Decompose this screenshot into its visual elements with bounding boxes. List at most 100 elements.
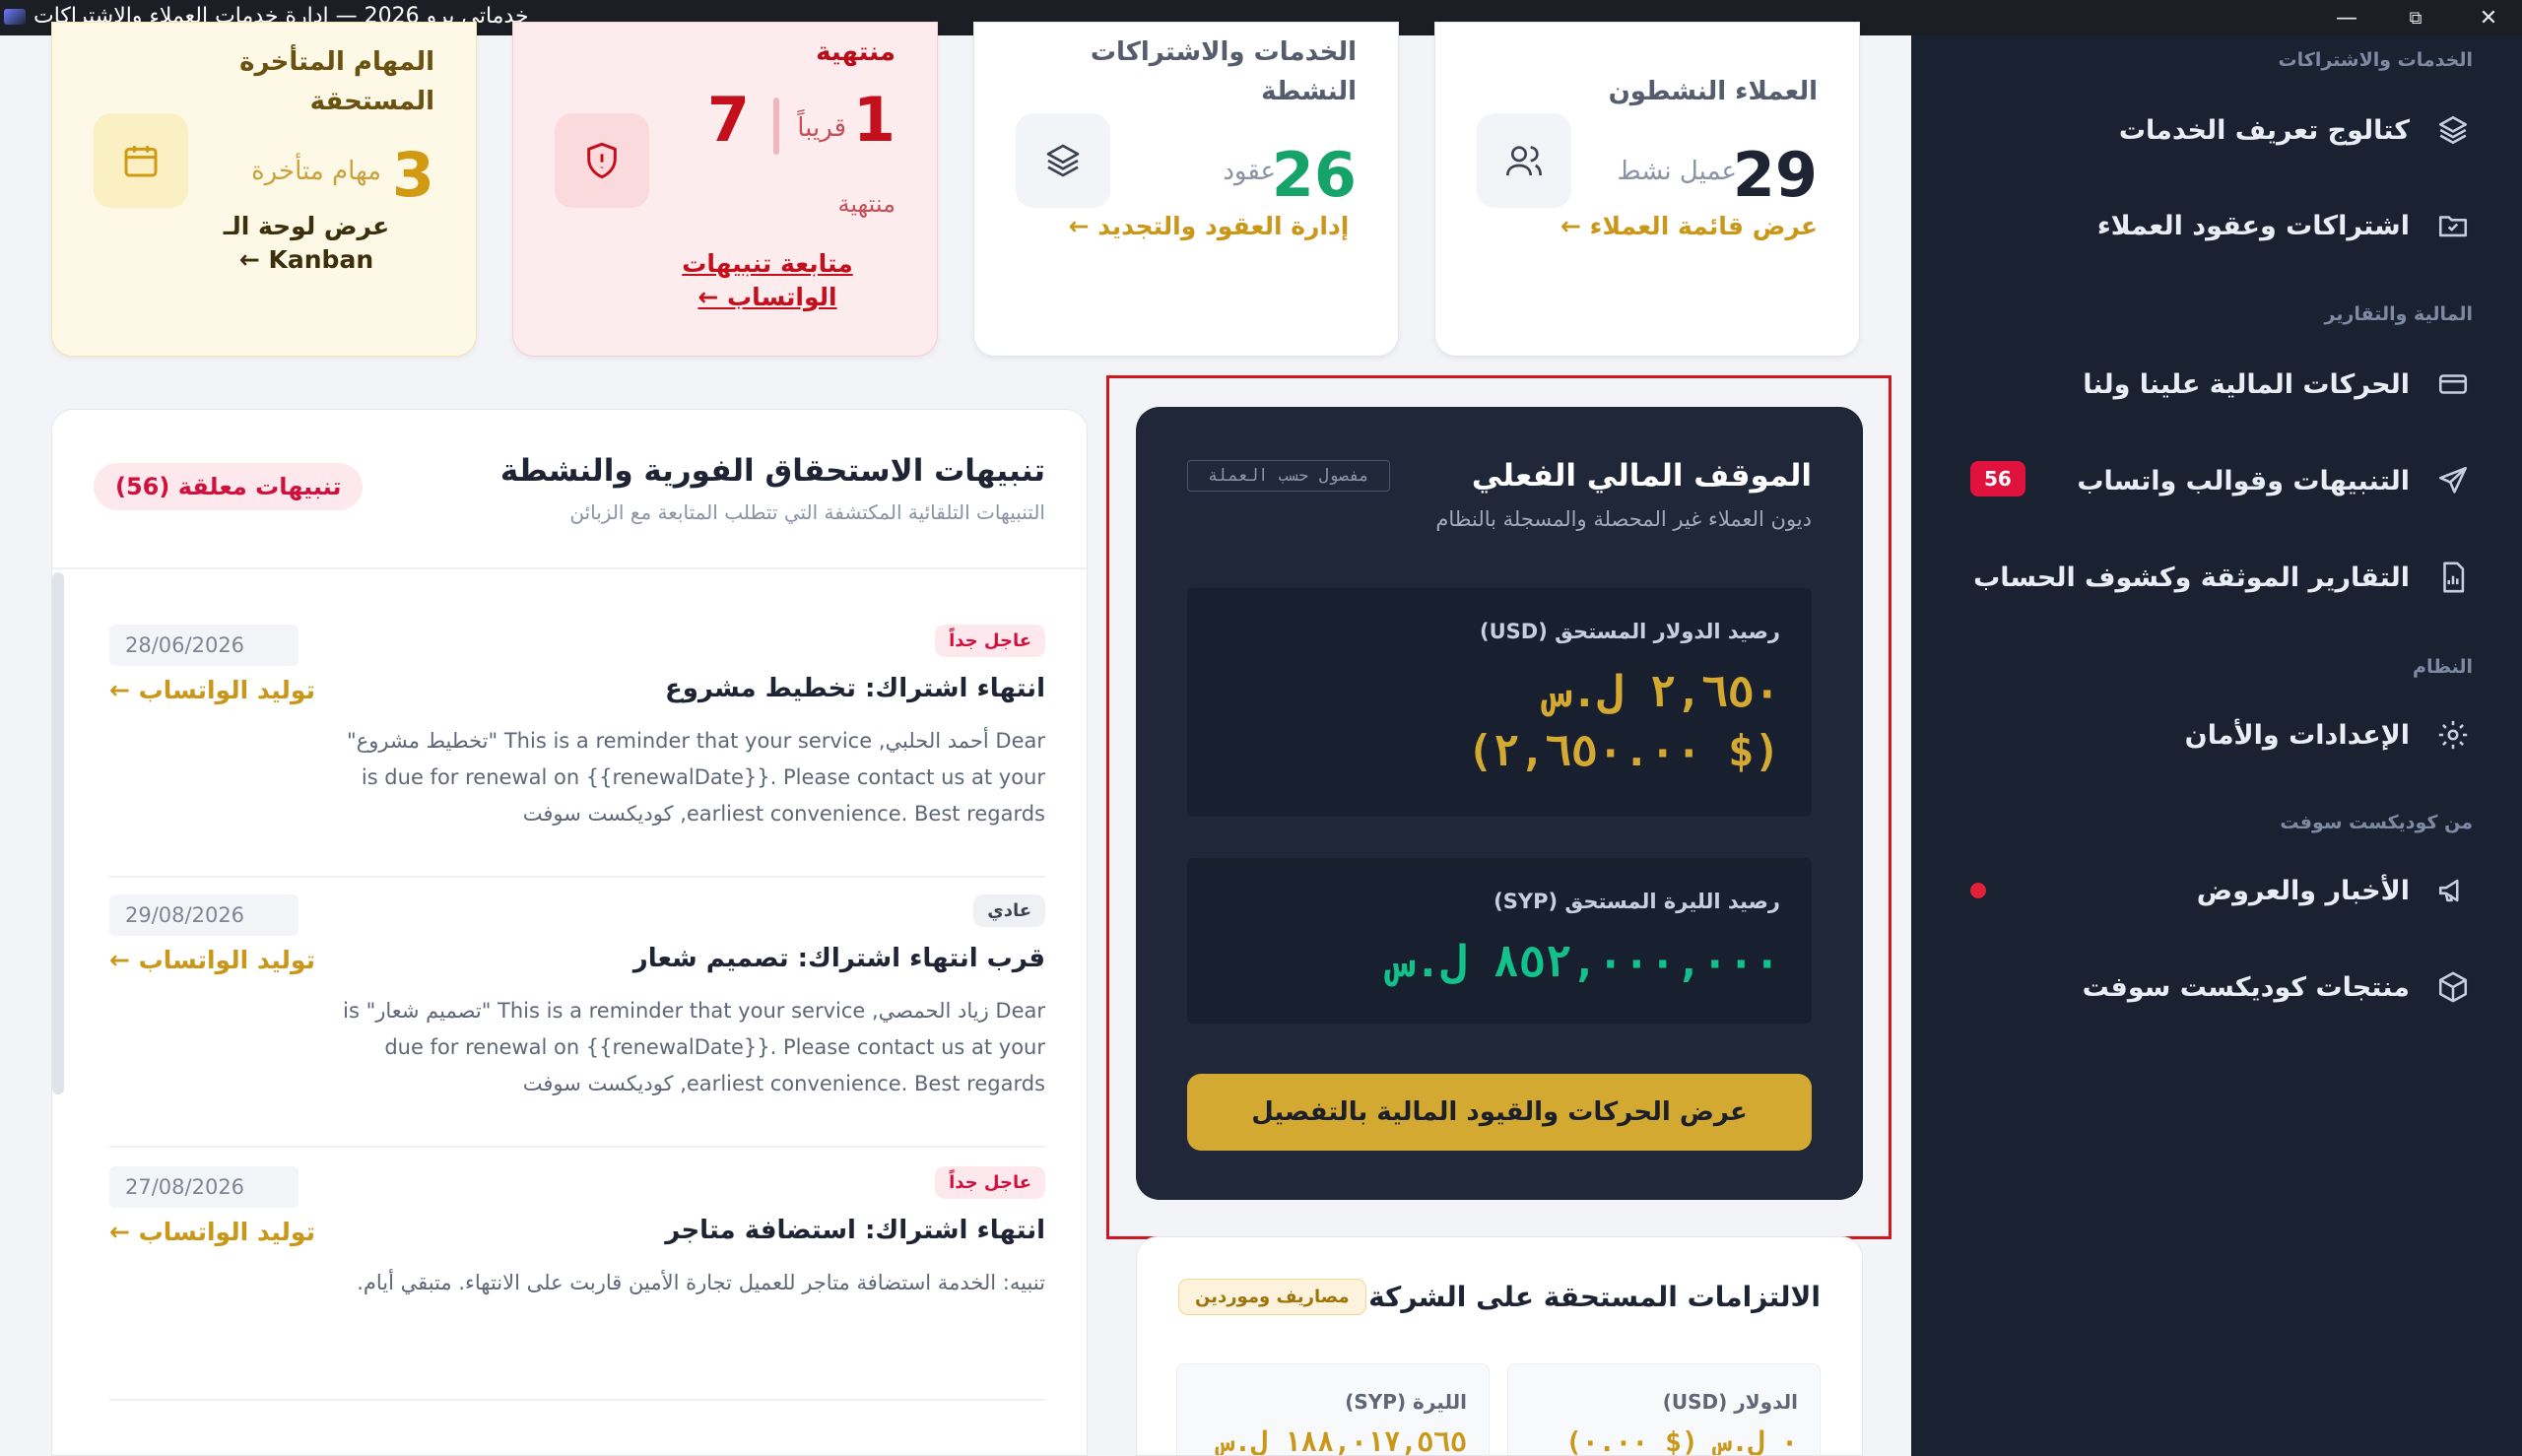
sidebar-item-label: الحركات المالية علينا ولنا — [2083, 368, 2410, 400]
pending-alerts-badge: تنبيهات معلقة (56) — [94, 463, 364, 510]
liabilities-card: الالتزامات المستحقة على الشركة علينا مصا… — [1136, 1236, 1863, 1456]
liability-syp-label: الليرة (SYP) — [1345, 1390, 1467, 1414]
alert-title: انتهاء اشتراك: تخطيط مشروع — [664, 674, 1045, 703]
sidebar-item-transactions[interactable]: الحركات المالية علينا ولنا — [1960, 353, 2473, 416]
layers-icon — [2433, 110, 2473, 150]
usd-balance-value-dollars: ($ ٢,٦٥٠.٠٠) — [1467, 726, 1780, 776]
liabilities-title: الالتزامات المستحقة على الشركة علينا — [1295, 1281, 1821, 1313]
syp-balance-value: ٨٥٢,٠٠٠,٠٠٠ ل.س — [1388, 937, 1780, 987]
sidebar-item-subscriptions[interactable]: اشتراكات وعقود العملاء — [1960, 194, 2473, 257]
expenses-suppliers-chip: مصاريف وموردين — [1178, 1279, 1366, 1315]
stat-value: 3 — [391, 139, 434, 211]
stat-card-expiring: منتهية 1 قريباً 7 منتهية متابعة تنبيهات … — [512, 22, 938, 357]
alerts-subtitle: التنبيهات التلقائية المكتشفة التي تتطلب … — [569, 500, 1045, 524]
sidebar-section-services: الخدمات والاشتراكات — [2278, 49, 2473, 71]
syp-balance-label: رصيد الليرة المستحق (SYP) — [1493, 890, 1780, 913]
alert-separator — [109, 1146, 1045, 1148]
stat-unit: عميل نشط — [1617, 157, 1737, 186]
sidebar-item-label: منتجات كوديكست سوفت — [2082, 971, 2410, 1003]
sidebar-item-reports[interactable]: التقارير الموثقة وكشوف الحساب — [1960, 546, 2473, 609]
stat-card-overdue-tasks: المهام المتأخرة المستحقة 3 مهام متأخرة ع… — [51, 22, 477, 357]
financial-subtitle: ديون العملاء غير المحصلة والمسجلة بالنظا… — [1435, 507, 1812, 531]
maximize-button[interactable]: ⧉ — [2386, 0, 2445, 35]
credit-card-icon — [2433, 364, 2473, 404]
currency-split-chip: مفصول حسب العملة — [1187, 460, 1390, 492]
alert-title: انتهاء اشتراك: استضافة متاجر — [665, 1216, 1045, 1245]
stat-title: العملاء النشطون — [1608, 77, 1818, 106]
alert-body: Dear أحمد الحلبي, This is a reminder tha… — [347, 729, 1045, 826]
sidebar-item-notifications[interactable]: التنبيهات وقوالب واتساب 56 — [1960, 449, 2473, 512]
alert-item: عادي قرب انتهاء اشتراك: تصميم شعار Dear … — [109, 894, 1045, 1151]
liability-usd-box: الدولار (USD) ٠ ل.س ($ ٠.٠٠) — [1507, 1363, 1821, 1455]
priority-tag: عادي — [973, 894, 1045, 927]
alert-body: Dear زياد الحمصي, This is a reminder tha… — [343, 999, 1045, 1095]
whatsapp-alerts-link[interactable]: متابعة تنبيهات الواتساب ← — [639, 247, 896, 314]
stat-divider — [773, 98, 779, 155]
gear-icon — [2433, 715, 2473, 755]
alerts-divider — [52, 567, 1087, 569]
alert-date: 28/06/2026 — [109, 625, 299, 666]
stat-card-active-clients: العملاء النشطون 29 عميل نشط عرض قائمة ال… — [1434, 22, 1860, 357]
liability-syp-box: الليرة (SYP) ١٨٨,٠١٧,٥٦٥ ل.س — [1176, 1363, 1490, 1456]
sidebar-item-settings[interactable]: الإعدادات والأمان — [1960, 703, 2473, 766]
sidebar-item-label: اشتراكات وعقود العملاء — [2096, 210, 2410, 241]
stat-card-active-services: الخدمات والاشتراكات النشطة 26 عقود إدارة… — [973, 22, 1399, 357]
sidebar-item-label: الإعدادات والأمان — [2184, 719, 2410, 751]
notifications-count-badge: 56 — [1970, 461, 2025, 496]
stat-title: منتهية — [816, 37, 896, 67]
generate-whatsapp-button[interactable]: توليد الواتساب ← — [109, 946, 315, 974]
layers-icon — [1016, 113, 1110, 208]
alerts-title: تنبيهات الاستحقاق الفورية والنشطة — [499, 453, 1045, 489]
alert-separator — [109, 876, 1045, 878]
sidebar-section-finance: المالية والتقارير — [2324, 303, 2473, 325]
manage-contracts-link[interactable]: إدارة العقود والتجديد ← — [1061, 210, 1357, 243]
alert-separator — [109, 1399, 1045, 1401]
shield-alert-icon — [555, 113, 649, 208]
sidebar-item-label: كتالوج تعريف الخدمات — [2118, 114, 2410, 146]
sidebar-item-news[interactable]: الأخبار والعروض — [1960, 859, 2473, 922]
view-transactions-button[interactable]: عرض الحركات والقيود المالية بالتفصيل — [1187, 1074, 1812, 1151]
view-clients-link[interactable]: عرض قائمة العملاء ← — [1560, 210, 1818, 243]
minimize-button[interactable]: — — [2317, 0, 2376, 35]
sidebar-item-services-catalog[interactable]: كتالوج تعريف الخدمات — [1960, 99, 2473, 162]
sidebar-item-label: التنبيهات وقوالب واتساب — [2077, 465, 2410, 496]
sidebar-item-products[interactable]: منتجات كوديكست سوفت — [1960, 956, 2473, 1019]
alert-body: تنبيه: الخدمة استضافة متاجر للعميل تجارة… — [357, 1271, 1045, 1294]
priority-tag: عاجل جداً — [935, 625, 1045, 657]
alert-item: عاجل جداً انتهاء اشتراك: تخطيط مشروع Dea… — [109, 625, 1045, 881]
send-icon — [2433, 461, 2473, 500]
usd-balance-value: ٢,٦٥٠ ل.س — [1545, 667, 1780, 717]
calendar-icon — [94, 113, 188, 208]
sidebar-section-codext: من كوديكست سوفت — [2280, 812, 2473, 833]
sidebar: الخدمات والاشتراكات كتالوج تعريف الخدمات… — [1911, 35, 2522, 1456]
megaphone-icon — [2433, 871, 2473, 910]
liability-syp-value: ١٨٨,٠١٧,٥٦٥ ل.س — [1218, 1425, 1467, 1456]
usd-balance-box: رصيد الدولار المستحق (USD) ٢,٦٥٠ ل.س ($ … — [1187, 588, 1812, 817]
close-button[interactable]: ✕ — [2459, 0, 2518, 35]
kanban-link[interactable]: عرض لوحة الـ Kanban ← — [178, 210, 434, 277]
alerts-scrollbar[interactable] — [52, 572, 64, 1094]
alert-item: عاجل جداً انتهاء اشتراك: استضافة متاجر ت… — [109, 1166, 1045, 1423]
stat-unit: عقود — [1223, 157, 1276, 186]
priority-tag: عاجل جداً — [935, 1166, 1045, 1199]
financial-position-card: الموقف المالي الفعلي ديون العملاء غير ال… — [1136, 407, 1863, 1200]
usd-balance-label: رصيد الدولار المستحق (USD) — [1480, 620, 1780, 643]
generate-whatsapp-button[interactable]: توليد الواتساب ← — [109, 1218, 315, 1246]
users-icon — [1477, 113, 1571, 208]
stat-value: 26 — [1271, 139, 1357, 211]
generate-whatsapp-button[interactable]: توليد الواتساب ← — [109, 676, 315, 704]
alert-date: 27/08/2026 — [109, 1166, 299, 1208]
soon-label: قريباً — [797, 113, 846, 143]
financial-title: الموقف المالي الفعلي — [1471, 458, 1812, 494]
stat-title: الخدمات والاشتراكات النشطة — [1090, 37, 1357, 106]
stat-unit: مهام متأخرة — [251, 157, 381, 186]
stat-value: 29 — [1732, 139, 1818, 211]
liability-usd-label: الدولار (USD) — [1662, 1390, 1798, 1414]
stat-title: المهام المتأخرة المستحقة — [239, 47, 434, 116]
expired-count: 1 — [852, 84, 896, 156]
sidebar-item-label: الأخبار والعروض — [2196, 875, 2410, 906]
app-icon — [4, 9, 26, 25]
sidebar-section-system: النظام — [2413, 656, 2473, 678]
syp-balance-box: رصيد الليرة المستحق (SYP) ٨٥٢,٠٠٠,٠٠٠ ل.… — [1187, 858, 1812, 1024]
alert-date: 29/08/2026 — [109, 894, 299, 936]
